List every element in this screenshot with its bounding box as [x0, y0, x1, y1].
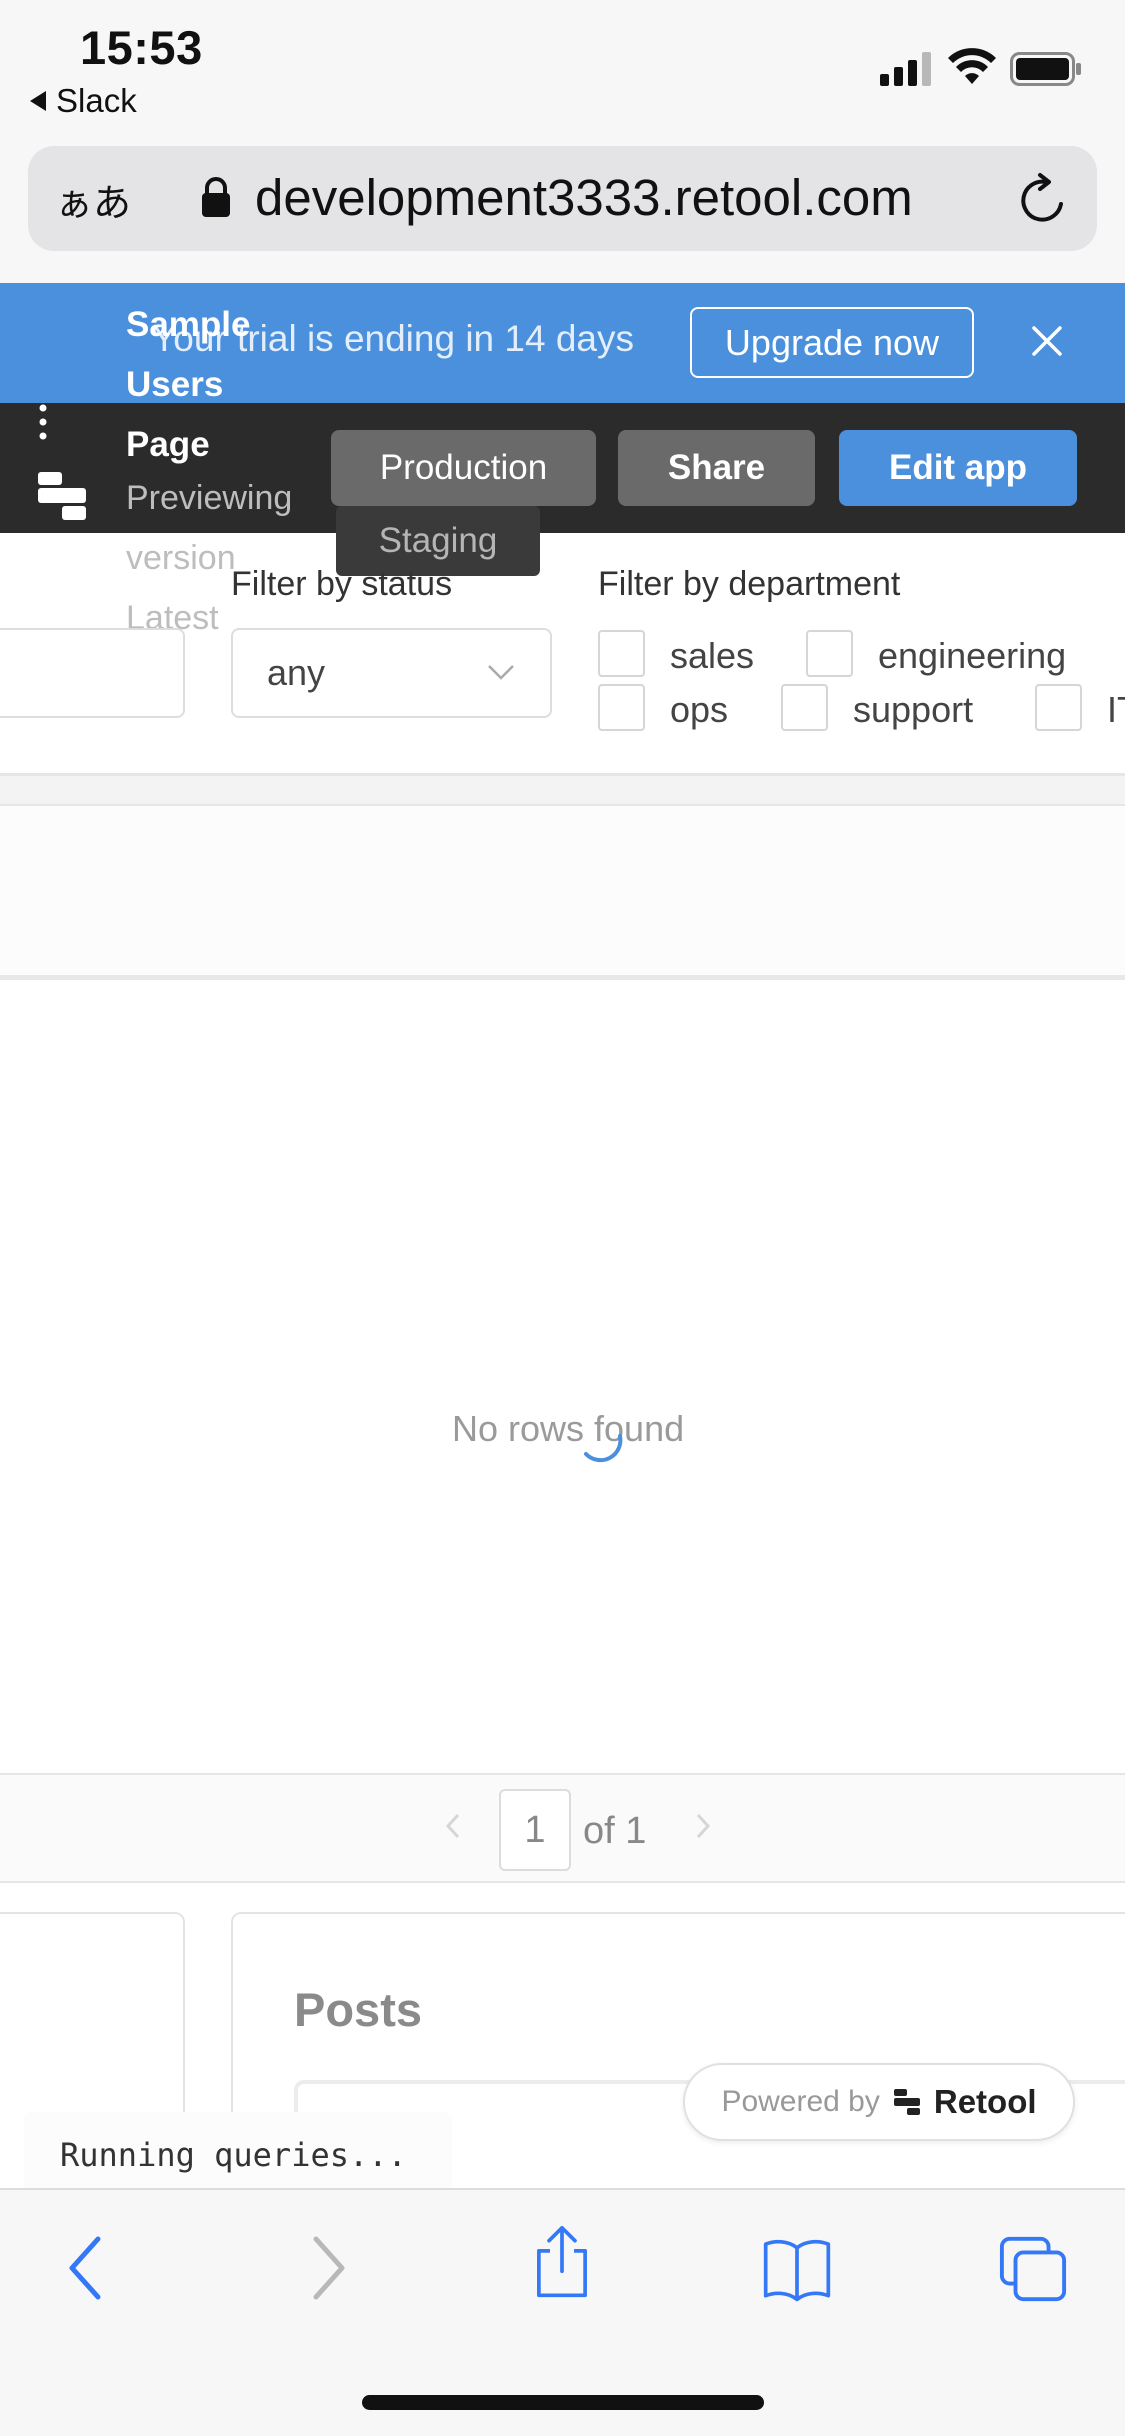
back-to-app-link[interactable]: Slack [30, 82, 137, 120]
back-icon[interactable] [52, 2231, 122, 2305]
retool-logo-icon [38, 472, 86, 520]
status-select-value: any [267, 652, 326, 693]
text-size-button[interactable]: ぁあ [55, 172, 131, 227]
status-time: 15:53 [80, 21, 203, 74]
prev-page-icon[interactable] [444, 1812, 462, 1840]
search-input[interactable] [0, 628, 185, 718]
checkbox-it[interactable] [1035, 684, 1082, 731]
checkbox-support[interactable] [781, 684, 828, 731]
retool-logo-icon [893, 2089, 920, 2115]
next-page-icon[interactable] [694, 1812, 712, 1840]
env-production-button[interactable]: Production [331, 430, 596, 506]
tabs-icon[interactable] [998, 2232, 1068, 2306]
page-count-text: of 1 [583, 1810, 647, 1852]
close-icon[interactable] [1026, 320, 1068, 362]
cellular-signal-icon [880, 52, 931, 86]
back-app-label: Slack [56, 82, 137, 119]
powered-by-brand: Retool [933, 2083, 1037, 2120]
app-title: Sample Users Page [126, 305, 251, 464]
divider [0, 975, 1125, 980]
battery-icon [1010, 52, 1081, 86]
checkbox-label-engineering: engineering [878, 635, 1067, 676]
filter-department-label: Filter by department [598, 565, 901, 603]
checkbox-label-ops: ops [670, 689, 729, 730]
url-text[interactable]: development3333.retool.com [255, 168, 913, 227]
edit-app-button[interactable]: Edit app [839, 430, 1077, 506]
checkbox-label-support: support [853, 689, 974, 730]
chevron-down-icon [488, 665, 514, 680]
home-indicator [362, 2395, 764, 2410]
bookmarks-icon[interactable] [762, 2232, 832, 2306]
checkbox-engineering[interactable] [806, 630, 853, 677]
running-queries-status: Running queries... [24, 2112, 452, 2192]
share-button[interactable]: Share [618, 430, 815, 506]
more-menu-icon[interactable] [38, 404, 48, 440]
back-triangle-icon [30, 91, 46, 111]
posts-title: Posts [294, 1983, 422, 2036]
preview-version-text: Previewing version Latest [126, 479, 293, 637]
upgrade-now-button[interactable]: Upgrade now [690, 307, 974, 378]
powered-by-label: Powered by [721, 2085, 880, 2118]
loading-spinner-icon [584, 1434, 623, 1463]
share-icon[interactable] [527, 2225, 597, 2299]
filter-status-label: Filter by status [231, 565, 453, 603]
reload-icon[interactable] [1016, 172, 1070, 228]
empty-state-text: No rows found [452, 1408, 685, 1449]
table-header [0, 806, 1125, 977]
checkbox-ops[interactable] [598, 684, 645, 731]
checkbox-label-it: IT [1107, 689, 1125, 730]
checkbox-label-sales: sales [670, 635, 755, 676]
powered-by-badge[interactable]: Powered by Retool [683, 2063, 1075, 2141]
checkbox-sales[interactable] [598, 630, 645, 677]
page-number-input[interactable]: 1 [499, 1789, 571, 1871]
forward-icon[interactable] [292, 2231, 362, 2305]
divider [0, 1881, 1125, 1883]
lock-icon [202, 177, 230, 217]
wifi-icon [948, 48, 996, 84]
section-gap [0, 776, 1125, 804]
